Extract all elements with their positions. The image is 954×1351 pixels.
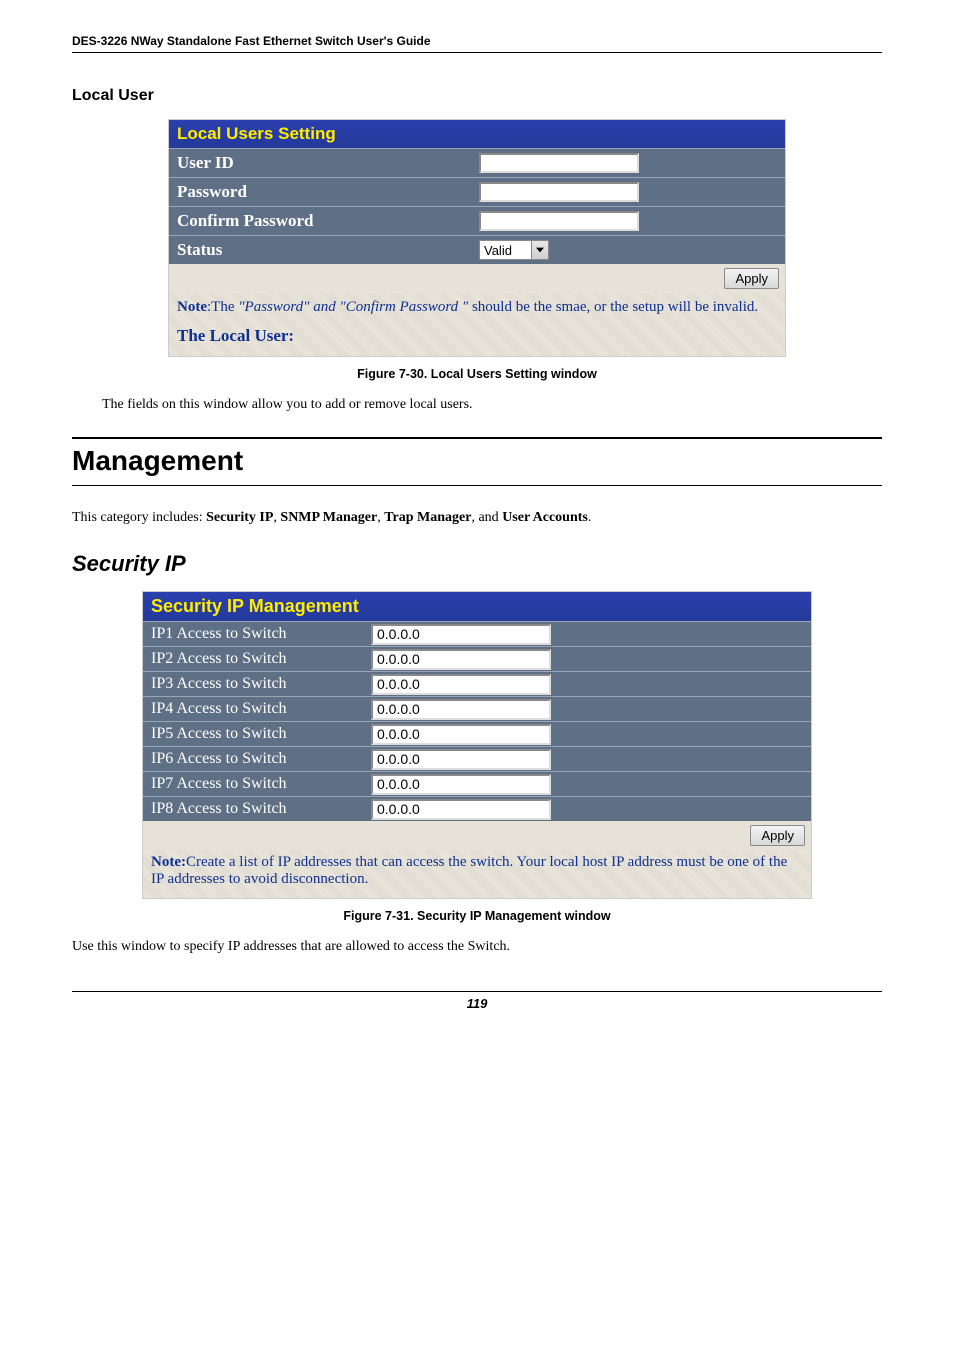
ip-row: IP8 Access to Switch (143, 796, 811, 821)
ip-input-8[interactable] (371, 799, 551, 820)
body-text-2: This category includes: Security IP, SNM… (72, 508, 882, 528)
security-ip-panel: Security IP Management IP1 Access to Swi… (142, 591, 812, 899)
figure-caption-7-30: Figure 7-30. Local Users Setting window (72, 367, 882, 381)
ip-row-label: IP3 Access to Switch (143, 672, 369, 696)
ip-input-5[interactable] (371, 724, 551, 745)
ip-row-label: IP1 Access to Switch (143, 622, 369, 646)
ip-row-label: IP8 Access to Switch (143, 797, 369, 821)
page-number: 119 (72, 991, 882, 1011)
ip-input-1[interactable] (371, 624, 551, 645)
ip-row: IP7 Access to Switch (143, 771, 811, 796)
ip-input-4[interactable] (371, 699, 551, 720)
ip-row: IP1 Access to Switch (143, 621, 811, 646)
status-select[interactable]: Valid (479, 240, 549, 260)
ip-input-7[interactable] (371, 774, 551, 795)
body2-post: . (588, 510, 592, 525)
ip-row-label: IP7 Access to Switch (143, 772, 369, 796)
body2-item-0: Security IP (206, 510, 273, 525)
body2-item-1: SNMP Manager (280, 510, 377, 525)
heading-security-ip: Security IP (72, 551, 882, 577)
ip-row-label: IP5 Access to Switch (143, 722, 369, 746)
ip-row: IP6 Access to Switch (143, 746, 811, 771)
user-id-input[interactable] (479, 153, 639, 173)
body-text-1: The fields on this window allow you to a… (102, 395, 882, 415)
label-user-id: User ID (169, 149, 475, 177)
body2-and: , and (471, 510, 502, 525)
ip-row: IP4 Access to Switch (143, 696, 811, 721)
ip-row: IP2 Access to Switch (143, 646, 811, 671)
section-heading-local-user: Local User (72, 87, 882, 105)
apply-button-2[interactable]: Apply (750, 825, 805, 846)
note2-text: Create a list of IP addresses that can a… (151, 854, 787, 887)
body2-pre: This category includes: (72, 510, 206, 525)
doc-header: DES-3226 NWay Standalone Fast Ethernet S… (72, 34, 882, 53)
row-confirm-password: Confirm Password (169, 206, 785, 235)
row-password: Password (169, 177, 785, 206)
status-select-value: Valid (484, 243, 512, 258)
body-text-3: Use this window to specify IP addresses … (72, 937, 882, 957)
ip-input-3[interactable] (371, 674, 551, 695)
note2-prefix: Note: (151, 854, 186, 870)
note-text-2: should be the smae, or the setup will be… (468, 299, 758, 315)
panel-title: Local Users Setting (169, 120, 785, 148)
label-password: Password (169, 178, 475, 206)
row-user-id: User ID (169, 148, 785, 177)
ip-input-2[interactable] (371, 649, 551, 670)
ip-row-label: IP2 Access to Switch (143, 647, 369, 671)
panel2-title: Security IP Management (143, 592, 811, 621)
local-user-heading: The Local User: (177, 316, 777, 346)
heading-management: Management (72, 445, 882, 479)
panel2-note: Note:Create a list of IP addresses that … (143, 850, 811, 898)
figure-caption-7-31: Figure 7-31. Security IP Management wind… (72, 909, 882, 923)
ip-row: IP3 Access to Switch (143, 671, 811, 696)
ip-input-6[interactable] (371, 749, 551, 770)
local-users-setting-panel: Local Users Setting User ID Password Con… (168, 119, 786, 357)
body2-item-2: Trap Manager (384, 510, 471, 525)
apply-button[interactable]: Apply (724, 268, 779, 289)
ip-row: IP5 Access to Switch (143, 721, 811, 746)
confirm-password-input[interactable] (479, 211, 639, 231)
label-status: Status (169, 236, 475, 264)
note-prefix: Note (177, 299, 207, 315)
ip-row-label: IP4 Access to Switch (143, 697, 369, 721)
note-text-1: The (211, 299, 238, 315)
panel1-note: Note:The "Password" and "Confirm Passwor… (169, 293, 785, 356)
ip-row-label: IP6 Access to Switch (143, 747, 369, 771)
label-confirm-password: Confirm Password (169, 207, 475, 235)
chevron-down-icon (531, 241, 548, 259)
body2-item-3: User Accounts (502, 510, 588, 525)
row-status: Status Valid (169, 235, 785, 264)
password-input[interactable] (479, 182, 639, 202)
note-italic: "Password" and "Confirm Password " (238, 299, 468, 315)
